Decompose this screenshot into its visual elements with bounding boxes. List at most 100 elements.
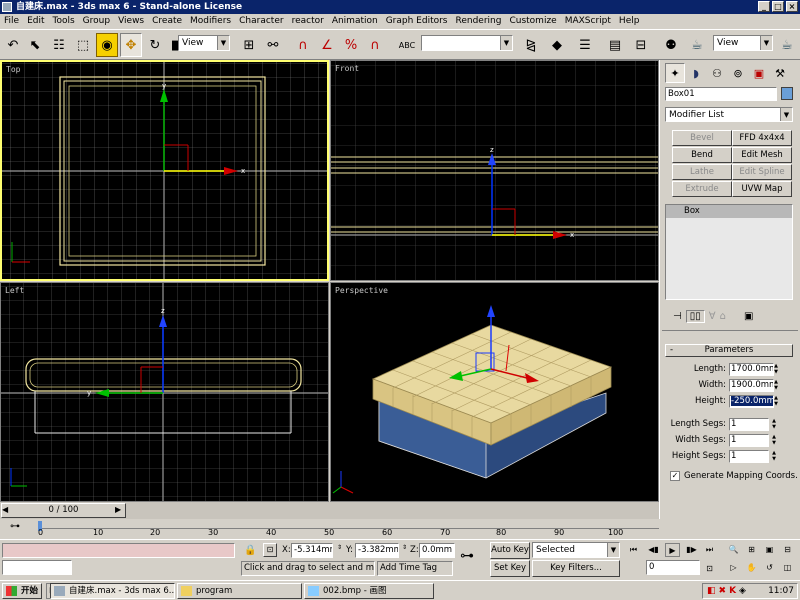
configure-sets-icon[interactable]: ▣ (744, 311, 753, 322)
menu-tools[interactable]: Tools (49, 14, 79, 29)
undo-icon[interactable]: ↶ (2, 33, 24, 57)
pan-icon[interactable]: ✋ (744, 561, 759, 575)
spinner-arrows-icon[interactable]: ▲ ▼ (770, 450, 778, 463)
height-segs-spinner[interactable]: 1 (729, 450, 769, 463)
y-coord-field[interactable]: -3.382mm (355, 543, 399, 558)
select-link-icon[interactable]: ⚯ (262, 33, 284, 57)
menu-reactor[interactable]: reactor (288, 14, 328, 29)
modifier-button-bend[interactable]: Bend (672, 147, 732, 163)
render-scene-icon[interactable]: ☕ (686, 33, 708, 57)
zoom-extents-icon[interactable]: ▣ (762, 543, 777, 557)
maxscript-input[interactable] (2, 560, 72, 575)
field-of-view-icon[interactable]: ▷ (726, 561, 741, 575)
go-to-end-icon[interactable]: ⏭ (702, 543, 717, 557)
display-tab-icon[interactable]: ▣ (749, 63, 769, 83)
close-button[interactable]: × (786, 1, 798, 12)
length-segs-spinner[interactable]: 1 (729, 418, 769, 431)
spinner-arrows-icon[interactable]: ▲ ▼ (772, 363, 780, 376)
viewport-label[interactable]: Front (335, 64, 359, 73)
menu-create[interactable]: Create (148, 14, 186, 29)
key-mode-dropdown[interactable]: Selected ▼ (532, 542, 620, 558)
named-selection-dropdown[interactable]: ▼ (421, 35, 513, 51)
viewport-label[interactable]: Perspective (335, 286, 388, 295)
minimize-button[interactable]: _ (758, 1, 770, 12)
menu-animation[interactable]: Animation (328, 14, 382, 29)
arc-rotate-icon[interactable]: ↺ (762, 561, 777, 575)
x-coord-field[interactable]: -5.314mm (291, 543, 333, 558)
tray-volume-icon[interactable]: ◈ (739, 586, 746, 596)
make-unique-icon[interactable]: ∀ (709, 311, 716, 322)
layer-manager-icon[interactable]: ☰ (574, 33, 596, 57)
time-slider[interactable]: 0 / 100 ◀ ▶ (0, 502, 659, 519)
go-to-start-icon[interactable]: ⏮ (626, 543, 641, 557)
spinner-arrows-icon[interactable]: ▲ ▼ (772, 379, 780, 392)
spinner-arrows-icon[interactable]: ▲ ▼ (770, 418, 778, 431)
auto-key-button[interactable]: Auto Key (490, 542, 530, 559)
hierarchy-tab-icon[interactable]: ⚇ (707, 63, 727, 83)
remove-modifier-icon[interactable]: ⌂ (720, 311, 726, 322)
spinner-arrows-icon[interactable]: ▲ ▼ (770, 434, 778, 447)
menu-modifiers[interactable]: Modifiers (186, 14, 235, 29)
quick-render-icon[interactable]: ☕ (776, 33, 798, 57)
menu-views[interactable]: Views (114, 14, 148, 29)
utilities-tab-icon[interactable]: ⚒ (770, 63, 790, 83)
viewport-front[interactable]: x z Front (330, 60, 659, 281)
menu-customize[interactable]: Customize (505, 14, 560, 29)
select-rotate-icon[interactable]: ↻ (144, 33, 166, 57)
show-end-result-icon[interactable]: ▯▯ (685, 309, 705, 323)
modifier-button-edit-spline[interactable]: Edit Spline (732, 164, 792, 180)
menu-edit[interactable]: Edit (23, 14, 48, 29)
task-3dsmax[interactable]: 自建床.max - 3ds max 6... (50, 583, 175, 599)
region-select-icon[interactable]: ⬚ (72, 33, 94, 57)
percent-snap-icon[interactable]: % (340, 33, 362, 57)
tray-k-icon[interactable]: K (729, 586, 736, 596)
modifier-button-edit-mesh[interactable]: Edit Mesh (732, 147, 792, 163)
pivot-center-icon[interactable]: ⊞ (238, 33, 260, 57)
spinner-arrows-icon[interactable]: ⇕ (402, 544, 407, 551)
maxscript-listener-mini[interactable] (2, 543, 235, 558)
viewport-label[interactable]: Left (5, 286, 24, 295)
absolute-mode-icon[interactable]: ⊡ (263, 543, 277, 557)
slider-left-arrow-icon[interactable]: ◀ (2, 505, 8, 514)
angle-snap-icon[interactable]: ∠ (316, 33, 338, 57)
pin-stack-icon[interactable]: ⊣ (673, 311, 682, 322)
schematic-view-icon[interactable]: ⊟ (630, 33, 652, 57)
window-crossing-icon[interactable]: ◉ (96, 33, 118, 57)
spinner-arrows-icon[interactable]: ⇕ (337, 544, 342, 551)
current-frame-field[interactable]: 0 (646, 560, 700, 575)
object-color-swatch[interactable] (781, 87, 793, 100)
width-spinner[interactable]: 1900.0mm (729, 379, 774, 392)
length-spinner[interactable]: 1700.0mm (729, 363, 774, 376)
modifier-button-lathe[interactable]: Lathe (672, 164, 732, 180)
spinner-arrows-icon[interactable]: ▲ ▼ (772, 395, 780, 408)
time-slider-thumb[interactable]: 0 / 100 (1, 503, 126, 518)
width-segs-spinner[interactable]: 1 (729, 434, 769, 447)
stack-item[interactable]: Box (666, 205, 792, 218)
curve-editor-icon[interactable]: ▤ (604, 33, 626, 57)
mirror-icon[interactable]: ⧎ (520, 33, 542, 57)
select-by-name-icon[interactable]: ☷ (48, 33, 70, 57)
key-icon[interactable]: ⊶ (460, 548, 474, 564)
track-bar[interactable]: ⊶ 0 10 20 30 40 50 60 70 80 90 100 (0, 519, 659, 539)
play-icon[interactable]: ▶ (665, 543, 680, 557)
modifier-button-ffd[interactable]: FFD 4x4x4 (732, 130, 792, 146)
material-editor-icon[interactable]: ⚉ (660, 33, 682, 57)
slider-right-arrow-icon[interactable]: ▶ (115, 505, 121, 514)
zoom-extents-all-icon[interactable]: ⊟ (780, 543, 795, 557)
object-name-field[interactable]: Box01 (665, 87, 777, 101)
key-filters-button[interactable]: Key Filters... (532, 560, 620, 577)
menu-maxscript[interactable]: MAXScript (561, 14, 615, 29)
set-key-button[interactable]: Set Key (490, 560, 530, 577)
menu-help[interactable]: Help (615, 14, 644, 29)
start-button[interactable]: 开始 (2, 583, 42, 599)
task-program-folder[interactable]: program (177, 583, 302, 599)
add-time-tag[interactable]: Add Time Tag (377, 561, 453, 576)
ref-coord-dropdown[interactable]: View ▼ (178, 35, 230, 51)
menu-rendering[interactable]: Rendering (452, 14, 506, 29)
align-icon[interactable]: ◆ (546, 33, 568, 57)
track-bar-menu-icon[interactable]: ⊶ (10, 521, 22, 535)
motion-tab-icon[interactable]: ⊚ (728, 63, 748, 83)
spinner-snap-icon[interactable]: ∩ (364, 33, 386, 57)
modifier-button-uvw-map[interactable]: UVW Map (732, 181, 792, 197)
maximize-button[interactable]: □ (772, 1, 784, 12)
